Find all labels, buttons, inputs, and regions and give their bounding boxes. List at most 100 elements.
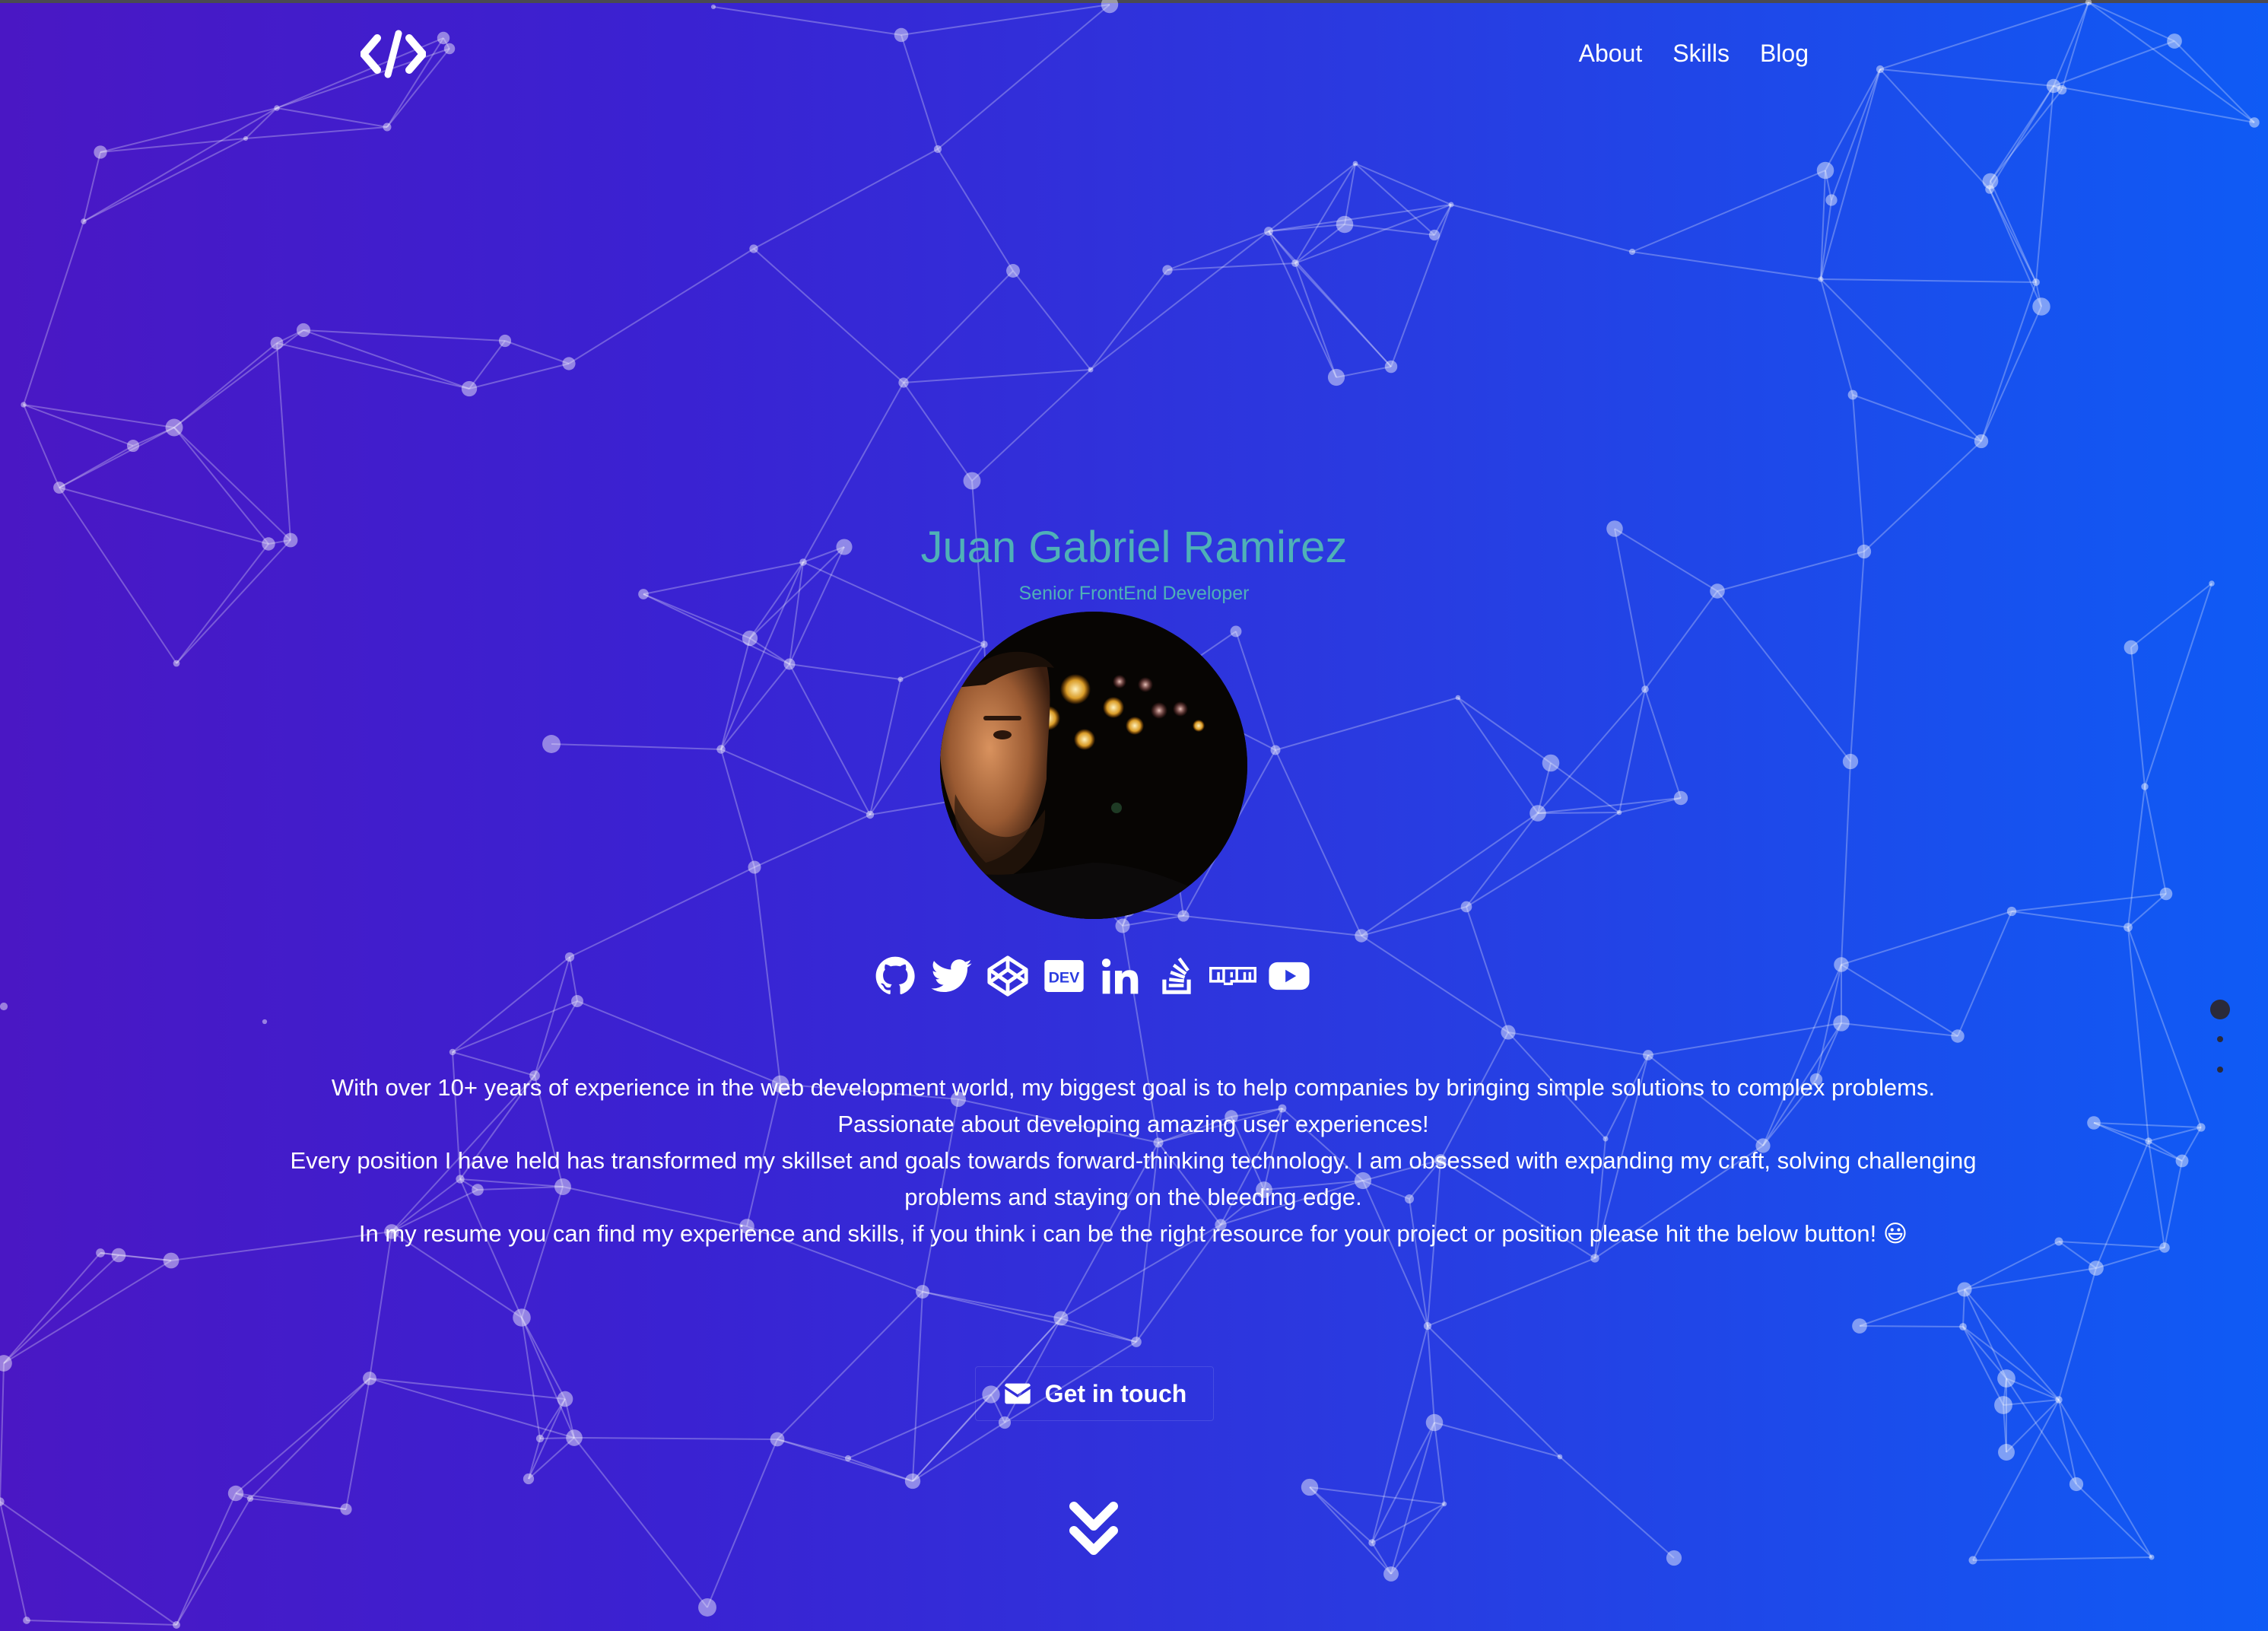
network-line [1537,797,1682,814]
code-brackets-icon [360,30,427,78]
network-node [1162,265,1173,275]
network-line [521,1317,575,1439]
network-line [707,1439,778,1608]
network-node [742,630,758,647]
network-node [173,660,180,667]
network-line [754,866,781,1085]
network-node [1101,0,1119,14]
github-icon[interactable] [872,952,919,1000]
network-node [1336,215,1354,234]
twitter-icon[interactable] [928,952,975,1000]
network-node [1998,1444,2015,1461]
dev-icon[interactable]: DEV [1040,952,1088,1000]
network-line [1825,68,1881,171]
scroll-down-button[interactable] [1068,1499,1120,1559]
network-line [2053,40,2175,87]
network-node [21,402,27,408]
network-line [1647,1022,1842,1056]
network-node [523,1473,535,1485]
network-line [1879,2,2089,70]
network-node [1959,1323,1967,1331]
network-node [173,1621,180,1629]
network-line [1859,1325,1964,1327]
network-line [303,329,506,342]
network-line [23,404,134,447]
network-node [53,482,65,494]
network-node [564,952,575,962]
pagination-dot[interactable] [2217,1067,2223,1073]
pagination-dot-active[interactable] [2210,1000,2230,1019]
network-line [245,126,388,139]
network-line [59,427,175,488]
network-line [1344,224,1435,236]
get-in-touch-label: Get in touch [1044,1379,1187,1407]
network-line [1457,697,1539,814]
network-node [557,1391,573,1407]
network-node [461,380,478,397]
network-line [173,342,278,428]
network-node [1428,229,1441,241]
codepen-icon[interactable] [984,952,1031,1000]
network-node [749,244,758,253]
network-line [1183,915,1362,936]
npm-icon[interactable] [1209,952,1256,1000]
network-line [1361,812,1539,936]
network-node [270,336,284,350]
youtube-icon[interactable] [1266,952,1313,1000]
network-line [1841,911,2012,965]
network-line [2058,1241,2165,1248]
network-node [1666,1550,1682,1566]
network-line [1962,1326,2060,1400]
network-line [276,342,470,389]
network-line [1831,68,1881,201]
svg-text:DEV: DEV [1049,969,1081,986]
network-node [1270,745,1281,755]
network-node [916,1285,929,1299]
network-node [2141,783,2149,790]
stackoverflow-icon[interactable] [1153,952,1200,1000]
network-line [2130,647,2146,787]
network-node [535,1434,545,1443]
linkedin-icon[interactable] [1097,952,1144,1000]
pagination-dot[interactable] [2217,1036,2223,1042]
network-node [1115,918,1130,933]
network-node [2159,1242,2170,1253]
network-node [710,4,716,10]
network-node [296,323,311,338]
network-line [2088,2,2175,42]
network-line [452,956,570,1053]
network-line [235,1378,370,1494]
get-in-touch-button[interactable]: Get in touch [975,1366,1214,1421]
network-line [2148,1140,2165,1248]
network-node [1968,1556,1977,1565]
network-line [1717,590,1851,762]
site-logo[interactable] [360,27,427,81]
network-node [980,641,988,648]
network-line [0,1501,27,1621]
nav-link-skills[interactable]: Skills [1672,35,1730,72]
network-line [777,1439,913,1482]
network-node [2249,117,2260,128]
network-node [1852,1318,1867,1334]
network-line [1964,1289,2007,1379]
network-node [2167,33,2182,49]
nav-link-about[interactable]: About [1579,35,1643,72]
network-node [2145,1137,2152,1145]
network-line [551,743,722,750]
network-node [1557,1454,1563,1460]
network-line [1309,1486,1445,1505]
bio-paragraph: Passionate about developing amazing user… [837,1111,1429,1137]
hero-heading: Juan Gabriel Ramirez Senior FrontEnd Dev… [0,517,2268,607]
network-line [2127,893,2167,928]
network-line [235,1493,347,1510]
network-line [83,107,278,222]
network-line [534,1000,578,1076]
nav-link-blog[interactable]: Blog [1760,35,1809,72]
network-line [469,363,570,389]
network-line [1989,85,2054,190]
network-node [1628,248,1636,256]
network-node [126,439,140,453]
network-line [1060,1318,1137,1343]
network-line [901,34,939,150]
network-line [2011,911,2129,928]
